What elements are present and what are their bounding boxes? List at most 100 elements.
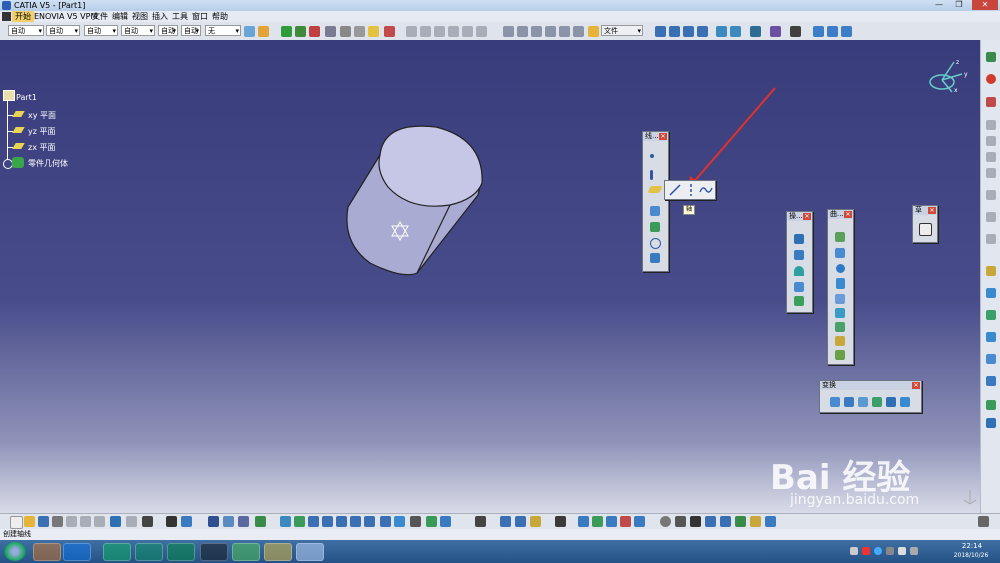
pad-icon[interactable] [986,97,996,107]
pocket-icon[interactable] [986,120,996,130]
draft-analysis-icon[interactable] [592,516,603,527]
comment-icon[interactable] [181,516,192,527]
shell-icon[interactable] [986,332,996,342]
file-dropdown[interactable]: 文件 [601,25,643,37]
stop-icon[interactable] [986,74,996,84]
mass-icon[interactable] [530,516,541,527]
slot-icon[interactable] [986,212,996,222]
workbench-icon[interactable] [813,26,824,37]
fillet-tool-icon[interactable] [794,282,804,292]
compass-icon[interactable]: z y x [924,58,972,98]
boolean-icon[interactable] [986,400,996,410]
polyline-icon[interactable] [699,184,713,196]
whats-this-icon[interactable] [142,516,153,527]
rib-icon[interactable] [986,190,996,200]
tree-item-yz[interactable]: yz 平面 [28,126,55,137]
analysis-curve-icon[interactable] [578,516,589,527]
undo-icon[interactable] [110,516,121,527]
circle-tool-icon[interactable] [650,238,661,249]
help-tray-icon[interactable] [874,547,882,555]
document-icon[interactable] [2,12,11,21]
save-icon[interactable] [38,516,49,527]
law-icon[interactable] [545,26,556,37]
plane-tool-icon[interactable] [647,186,663,193]
fly-mode-icon[interactable] [280,516,291,527]
tray-icon[interactable] [850,547,858,555]
menu-enovia[interactable]: ENOVIA V5 VPM [34,11,97,22]
pick-icon[interactable] [325,26,336,37]
brush-icon[interactable] [258,26,269,37]
redo-icon[interactable] [126,516,137,527]
table-bottom-icon[interactable] [720,516,731,527]
extract-tool-icon[interactable] [794,266,804,276]
menu-view[interactable]: 视图 [132,11,148,22]
taskbar-app-monitor-icon[interactable] [135,543,163,561]
axis-line-icon[interactable] [685,184,697,196]
axis-bottom-icon[interactable] [690,516,701,527]
sketcher-close-icon[interactable]: ✕ [928,207,936,214]
operations-close-icon[interactable]: ✕ [803,213,811,220]
shading-icon[interactable] [410,516,421,527]
macro-icon[interactable] [770,26,781,37]
rotate-tool-icon[interactable] [844,397,854,407]
pan-icon[interactable] [295,26,306,37]
ime-icon[interactable] [910,547,918,555]
measure-icon[interactable] [340,26,351,37]
maximize-button[interactable]: ❐ [950,0,968,10]
gray-tool-icon-4[interactable] [448,26,459,37]
constraint-bottom-icon[interactable] [735,516,746,527]
gray-tool-icon-6[interactable] [476,26,487,37]
fit-all-icon[interactable] [294,516,305,527]
scale-tool-icon[interactable] [872,397,882,407]
thickness-icon[interactable] [986,354,996,364]
body-gear-icon[interactable] [12,157,24,168]
offset-tool-icon[interactable] [835,294,845,304]
transparency-dropdown[interactable]: 自动 [84,25,118,37]
surface-close-icon[interactable]: ✕ [844,211,852,218]
menu-help[interactable]: 帮助 [212,11,228,22]
menu-file[interactable]: 文件 [92,11,108,22]
draft-icon[interactable] [986,310,996,320]
taskbar-app-catia-icon[interactable] [296,543,324,561]
plane-icon[interactable] [12,143,25,149]
grid-display-icon[interactable] [705,516,716,527]
knowledge-bottom-icon[interactable] [750,516,761,527]
menu-start[interactable]: 开始 [12,11,34,22]
normal-view-icon[interactable] [364,516,375,527]
linetype-dropdown[interactable]: 自动 [8,25,44,37]
shape-icon[interactable] [730,26,741,37]
thread-icon[interactable] [986,376,996,386]
transform-close-icon[interactable]: ✕ [912,382,920,389]
join-tool-icon[interactable] [794,234,804,244]
volume-icon[interactable] [898,547,906,555]
measure-bottom-icon[interactable] [238,516,249,527]
loft-icon[interactable] [986,234,996,244]
cylinder-model[interactable] [340,125,500,285]
porcupine-icon[interactable] [634,516,645,527]
taskbar-app-excel-icon[interactable] [167,543,195,561]
chamfer-icon[interactable] [986,288,996,298]
network-icon[interactable] [886,547,894,555]
render-icon[interactable] [765,516,776,527]
catalog-icon[interactable] [503,26,514,37]
axis-system-icon[interactable] [255,516,266,527]
layer-icon[interactable] [475,516,486,527]
axis-icon[interactable] [368,26,379,37]
curvature-icon[interactable] [606,516,617,527]
point-tool-icon[interactable] [650,154,654,158]
rotate-icon[interactable] [309,26,320,37]
line-tool-icon[interactable] [650,170,653,180]
snap-icon[interactable] [660,516,671,527]
wizard-icon[interactable] [790,26,801,37]
grid-icon[interactable] [827,26,838,37]
tool-palette-icon[interactable] [555,516,566,527]
move-icon[interactable] [281,26,292,37]
formula-icon[interactable] [531,26,542,37]
iso-view-icon[interactable] [394,516,405,527]
close-button[interactable]: ✕ [972,0,998,10]
sketch-tool-icon[interactable] [919,223,932,236]
sphere-tool-icon[interactable] [836,264,845,273]
print-icon[interactable] [52,516,63,527]
measure-between-icon[interactable] [500,516,511,527]
copy-icon[interactable] [80,516,91,527]
